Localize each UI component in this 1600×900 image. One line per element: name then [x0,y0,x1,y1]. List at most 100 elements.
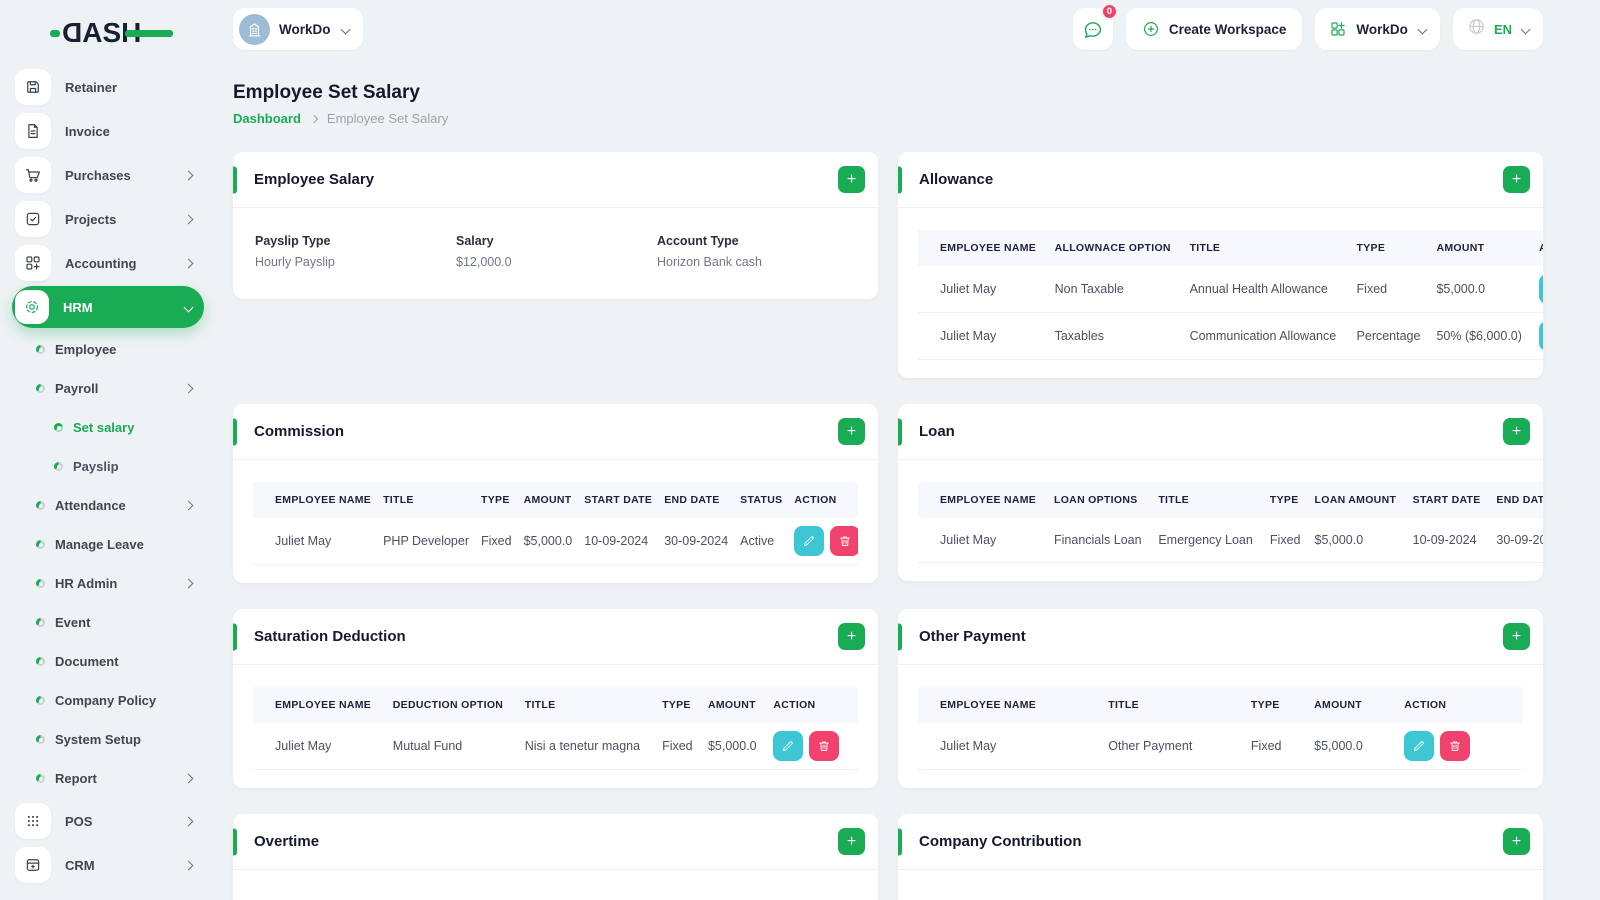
add-button[interactable]: + [1503,418,1530,445]
card-header: Overtime + [233,814,878,870]
table-cell: Mutual Fund [386,723,519,770]
add-button[interactable]: + [838,623,865,650]
table-cell: Juliet May [918,518,1048,563]
column-header: END DATE [1490,482,1543,518]
table-cell: Juliet May [253,518,378,565]
sidebar-item-label: Purchases [65,167,131,183]
column-header: EMPLOYEE NAME [918,687,1103,723]
edit-button[interactable] [1539,274,1543,304]
delete-button[interactable] [1440,731,1471,761]
table-cell: 30-09-2024 [1490,518,1543,563]
column-header: START DATE [578,482,659,518]
sidebar-item-hrm[interactable]: HRM [12,286,204,328]
bullet-icon [54,423,63,432]
table-cell: Juliet May [918,266,1049,313]
column-header: ACTION [1533,230,1543,266]
sidebar-item-attendance[interactable]: Attendance [12,486,204,525]
workspace-switcher[interactable]: WorkDo [233,8,363,50]
table-scroll-area[interactable]: EMPLOYEE NAME ALLOWNACE OPTION TITLE TYPE AM… [918,230,1543,360]
sidebar-item-set-salary[interactable]: Set salary [12,408,204,447]
sidebar-item-accounting[interactable]: Accounting [12,242,204,284]
sidebar-item-label: Invoice [65,123,110,139]
bullet-icon [36,735,45,744]
column-header: AMOUNT [1430,230,1534,266]
table-cell: Active [734,518,789,565]
add-button[interactable]: + [838,828,865,855]
sidebar-item-purchases[interactable]: Purchases [12,154,204,196]
sidebar-item-label: Payslip [73,459,119,474]
workdo-menu-button[interactable]: WorkDo [1315,8,1440,50]
table-cell: Fixed [656,723,702,770]
sidebar-item-label: Payroll [55,381,99,396]
table-cell: Financials Loan [1048,518,1153,563]
sidebar-item-retainer[interactable]: Retainer [12,66,204,108]
add-button[interactable]: + [1503,623,1530,650]
sidebar-item-label: CRM [65,857,95,873]
table-cell: $5,000.0 [1308,518,1407,563]
sidebar-item-employee[interactable]: Employee [12,330,204,369]
column-header: LOAN AMOUNT [1308,482,1407,518]
table-cell: $5,000.0 [517,518,579,565]
card-header: Employee Salary + [233,152,878,208]
column-header: EMPLOYEE NAME [918,230,1049,266]
messages-button[interactable]: 0 [1072,3,1118,50]
field-payslip-type: Payslip Type Hourly Payslip [255,234,456,269]
field-value: $12,000.0 [456,255,512,269]
sidebar-item-label: Company Policy [55,693,157,708]
add-button[interactable]: + [838,418,865,445]
table-cell: Emergency Loan [1152,518,1264,563]
sidebar-item-invoice[interactable]: Invoice [12,110,204,152]
sidebar-item-report[interactable]: Report [12,759,204,798]
chevron-down-icon [183,302,194,312]
edit-button[interactable] [773,731,804,761]
add-button[interactable]: + [1503,828,1530,855]
sidebar-item-system-setup[interactable]: System Setup [12,720,204,759]
table-cell: Taxables [1048,312,1184,360]
chevron-right-icon [183,500,194,511]
table-header-row: EMPLOYEE NAME TITLE TYPE AMOUNT ACTION [918,687,1523,723]
sidebar-item-event[interactable]: Event [12,603,204,642]
plus-icon: + [846,627,857,645]
field-label: Salary [456,234,494,248]
language-selector[interactable]: EN [1452,8,1543,50]
add-button[interactable]: + [838,166,865,193]
plus-icon: + [846,422,857,440]
sidebar-item-document[interactable]: Document [12,642,204,681]
saturation-deduction-card: Saturation Deduction + EMPLOYEE NAME DEDU… [233,609,878,788]
column-header: ACTION [1398,687,1523,723]
app-logo[interactable]: DASH [50,16,174,50]
sidebar-item-payroll[interactable]: Payroll [12,369,204,408]
delete-button[interactable] [830,526,858,556]
column-header: TITLE [1102,687,1245,723]
breadcrumb-dashboard-link[interactable]: Dashboard [233,111,301,126]
sidebar-item-projects[interactable]: Projects [12,198,204,240]
page-title: Employee Set Salary [233,82,420,103]
sidebar-item-payslip[interactable]: Payslip [12,447,204,486]
edit-button[interactable] [794,526,825,556]
table-scroll-area[interactable]: EMPLOYEE NAME LOAN OPTIONS TITLE TYPE LOAN A… [918,482,1543,563]
delete-button[interactable] [809,731,840,761]
add-button[interactable]: + [1503,166,1530,193]
table-cell: Percentage [1350,312,1431,360]
sidebar-nav: Retainer Invoice Purchases Projects Accounti… [12,64,204,888]
column-header: EMPLOYEE NAME [253,482,378,518]
sidebar-item-pos[interactable]: POS [12,800,204,842]
workspace-label: WorkDo [279,21,331,37]
sidebar-item-crm[interactable]: CRM [12,844,204,886]
edit-button[interactable] [1539,321,1543,351]
table-cell: 30-09-2024 [658,518,735,565]
sidebar-item-hr-admin[interactable]: HR Admin [12,564,204,603]
column-header: EMPLOYEE NAME [253,687,387,723]
chevron-right-icon [183,258,194,268]
logo-dash-accent [50,29,60,37]
crm-icon [15,847,51,883]
sidebar-item-company-policy[interactable]: Company Policy [12,681,204,720]
table-cell: 10-09-2024 [578,518,659,565]
card-header: Saturation Deduction + [233,609,878,665]
chevron-down-icon [340,24,350,34]
create-workspace-button[interactable]: Create Workspace [1125,8,1303,50]
sidebar-item-manage-leave[interactable]: Manage Leave [12,525,204,564]
sidebar-item-label: Projects [65,211,117,227]
edit-button[interactable] [1404,731,1435,761]
workspace-avatar [239,13,270,45]
